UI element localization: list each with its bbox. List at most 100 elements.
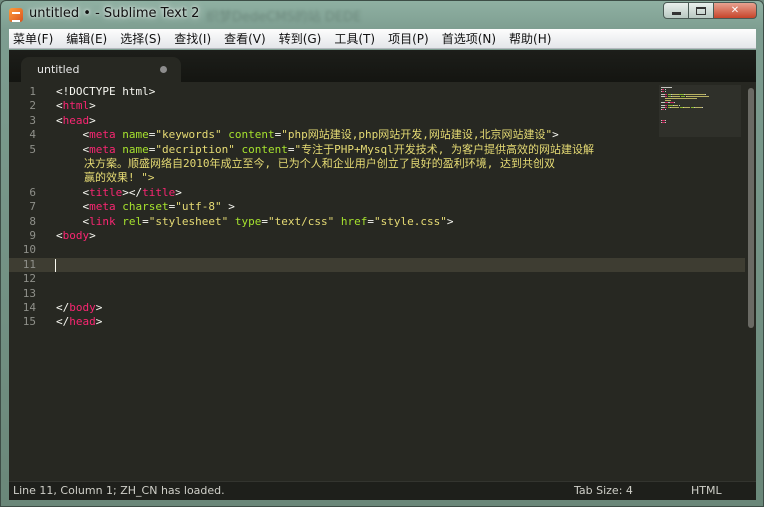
window-title: untitled • - Sublime Text 2 [29, 6, 200, 21]
code-line[interactable]: 1 <!DOCTYPE html> [9, 85, 745, 99]
code-line[interactable]: 5 <meta name="decription" content="专注于PH… [9, 143, 745, 157]
scrollbar-thumb[interactable] [748, 88, 754, 328]
token-pl: > [89, 229, 96, 242]
token-pl: > [95, 301, 103, 314]
token-pl: < [56, 128, 90, 142]
menu-item-9[interactable]: 帮助(H) [509, 30, 551, 47]
code-line[interactable]: 11 [9, 257, 745, 273]
syntax-selector[interactable]: HTML [691, 482, 722, 500]
code-line[interactable]: 10 [9, 243, 745, 257]
code-area[interactable]: 1 <!DOCTYPE html> 2 <html> 3 <head> 4 <meta na… [9, 85, 745, 481]
menu-item-6[interactable]: 工具(T) [334, 30, 375, 47]
menu-item-1[interactable]: 编辑(E) [66, 30, 107, 47]
minimap-stroke [664, 89, 666, 91]
token-pl: <!DOCTYPE html> [56, 85, 156, 98]
line-number: 13 [22, 286, 36, 300]
token-pl: = [367, 214, 374, 228]
code-line[interactable]: 12 [9, 272, 745, 286]
code-line[interactable]: 6 <title></title> [9, 186, 745, 200]
token-str: "专注于PHP+Mysql开发技术, 为客户提供高效的网站建设解 [294, 142, 594, 156]
token-pl: < [56, 113, 63, 127]
token-pl: < [56, 99, 63, 113]
token-str: "stylesheet" [148, 214, 229, 228]
token-tag: title [142, 185, 176, 199]
code-line[interactable]: 3 <head> [9, 114, 745, 128]
token-str: "text/css" [267, 214, 335, 228]
wrapped-line-text: 赢的效果! "> [84, 171, 155, 185]
title-bar[interactable]: untitled • - Sublime Text 2 织梦DedeCMS的站 … [1, 1, 763, 29]
background-window-title: 织梦DedeCMS的站 DEDE [206, 10, 362, 25]
minimap-stroke [664, 106, 668, 108]
token-pl: > [221, 200, 235, 214]
code-line[interactable]: 14 </body> [9, 301, 745, 315]
code-line[interactable]: 9 <body> [9, 229, 745, 243]
window-controls: ✕ [663, 2, 757, 19]
token-tag: head [69, 315, 96, 329]
code-line[interactable]: 2 <html> [9, 99, 745, 113]
token-str: "style.css" [373, 214, 447, 228]
token-pl: </ [56, 315, 70, 329]
code-line[interactable]: 决方案。顺盛网络自2010年成立至今, 已为个人和企业用户创立了良好的盈利环境,… [9, 157, 745, 171]
menu-item-0[interactable]: 菜单(F) [13, 30, 53, 47]
code-text: <meta charset="utf-8" > [56, 200, 235, 214]
menu-item-4[interactable]: 查看(V) [224, 30, 266, 47]
status-message: Line 11, Column 1; ZH_CN has loaded. [13, 484, 225, 497]
code-line[interactable]: 赢的效果! "> [9, 171, 745, 185]
token-pl: > [446, 214, 454, 228]
vertical-scrollbar[interactable] [745, 85, 756, 481]
token-str: "utf-8" [175, 200, 222, 214]
token-pl: < [56, 214, 90, 228]
code-line[interactable]: 8 <link rel="stylesheet" type="text/css"… [9, 215, 745, 229]
text-cursor [55, 258, 56, 272]
menu-item-8[interactable]: 首选项(N) [442, 30, 496, 47]
token-pl: > [175, 185, 182, 199]
line-number: 7 [29, 200, 36, 214]
status-bar: Line 11, Column 1; ZH_CN has loaded. Tab… [9, 481, 756, 500]
minimap-stroke [671, 93, 679, 95]
maximize-button[interactable] [688, 2, 714, 19]
tab-untitled[interactable]: untitled [21, 57, 181, 82]
unsaved-dot-icon[interactable] [160, 66, 167, 73]
token-attr: content [241, 142, 288, 156]
tab-size-selector[interactable]: Tab Size: 4 [574, 482, 633, 500]
minimap-stroke [665, 120, 666, 121]
token-tag: html [62, 99, 90, 113]
menu-item-7[interactable]: 项目(P) [388, 30, 429, 47]
minimap-stroke [665, 100, 671, 102]
token-pl: > [95, 315, 103, 329]
token-tag: body [62, 229, 90, 242]
token-str: "keywords" [155, 128, 222, 142]
code-text: <meta name="decription" content="专注于PHP+… [56, 142, 594, 157]
minimap-stroke [664, 91, 666, 93]
editor-pane: untitled 1 <!DOCTYPE html> 2 <html> 3 <head> 4… [9, 50, 756, 500]
code-text: <link rel="stylesheet" type="text/css" h… [56, 215, 453, 229]
code-line[interactable]: 7 <meta charset="utf-8" > [9, 200, 745, 214]
minimize-icon [671, 11, 681, 15]
line-number: 5 [29, 142, 36, 156]
close-button[interactable]: ✕ [713, 2, 757, 19]
line-number: 2 [29, 99, 36, 113]
line-number: 1 [29, 85, 36, 98]
minimap-stroke [671, 95, 680, 97]
token-pl: < [56, 200, 90, 214]
minimap-stroke [664, 93, 668, 95]
minimap-stroke [661, 87, 672, 88]
token-attr: charset [122, 200, 169, 214]
token-pl: ></ [122, 185, 143, 199]
minimap-stroke [664, 95, 668, 97]
menu-item-5[interactable]: 转到(G) [279, 30, 322, 47]
code-text: <head> [56, 114, 96, 128]
menu-item-3[interactable]: 查找(I) [174, 30, 211, 47]
line-number: 8 [29, 214, 36, 228]
code-line[interactable]: 15 </head> [9, 315, 745, 329]
minimap[interactable] [659, 85, 741, 137]
code-line[interactable]: 4 <meta name="keywords" content="php网站建设… [9, 128, 745, 142]
line-number: 10 [22, 243, 36, 257]
tab-bar: untitled [9, 50, 756, 82]
code-line[interactable]: 13 [9, 287, 745, 301]
minimize-button[interactable] [663, 2, 689, 19]
menu-item-2[interactable]: 选择(S) [120, 30, 161, 47]
editor-window: untitled • - Sublime Text 2 织梦DedeCMS的站 … [0, 0, 764, 507]
